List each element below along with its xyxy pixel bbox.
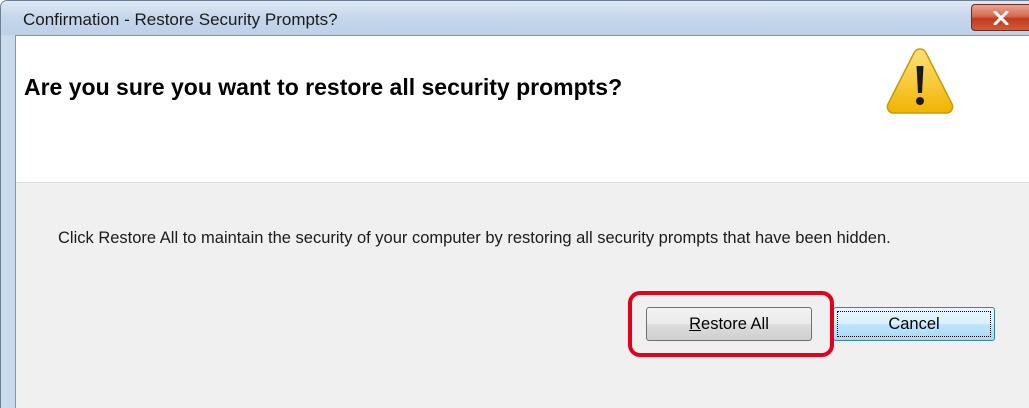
dialog-body-text: Click Restore All to maintain the securi… (58, 229, 891, 247)
restore-all-mnemonic: R (689, 315, 702, 333)
restore-all-label-rest: estore All (701, 315, 769, 333)
close-button[interactable] (971, 4, 1029, 31)
title-bar[interactable]: Confirmation - Restore Security Prompts? (1, 1, 1029, 35)
restore-all-button[interactable]: Restore All (646, 307, 812, 341)
header-area (16, 36, 1029, 183)
main-instruction: Are you sure you want to restore all sec… (24, 74, 623, 100)
warning-icon (886, 48, 954, 114)
close-x-icon (993, 11, 1009, 25)
cancel-label: Cancel (888, 315, 940, 333)
cancel-button[interactable]: Cancel (833, 307, 995, 341)
confirmation-dialog: Confirmation - Restore Security Prompts?… (0, 0, 1029, 408)
window-title: Confirmation - Restore Security Prompts? (23, 10, 338, 29)
